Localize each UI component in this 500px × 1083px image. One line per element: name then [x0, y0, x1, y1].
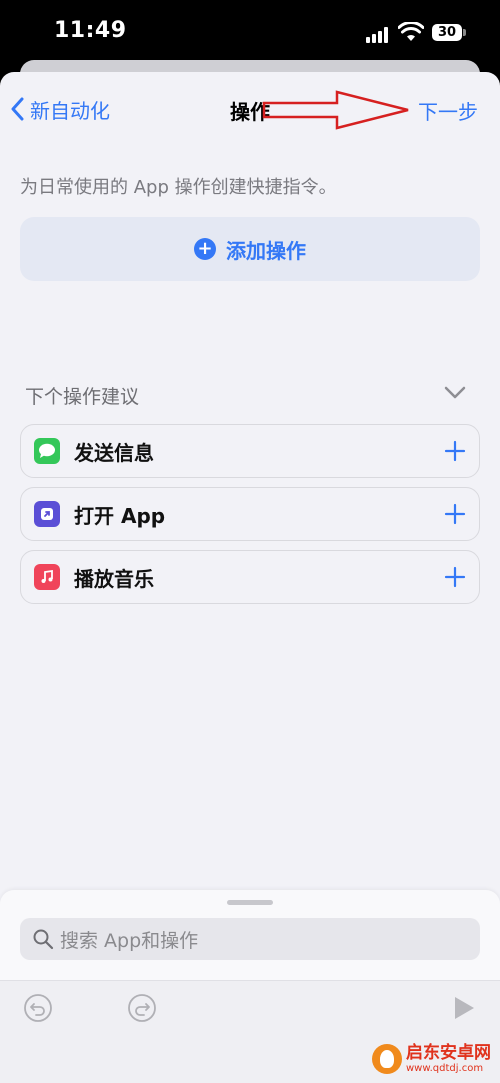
suggestion-open-app[interactable]: 打开 App [20, 487, 480, 541]
cellular-signal-icon [366, 27, 388, 43]
status-time: 11:49 [54, 18, 127, 43]
wifi-icon [398, 22, 424, 41]
suggestion-label: 播放音乐 [74, 566, 154, 591]
play-icon[interactable] [448, 993, 478, 1023]
next-button[interactable]: 下一步 [418, 96, 478, 125]
actions-sheet: 新自动化 操作 下一步 为日常使用的 App 操作创建快捷指令。 + 添加操作 … [0, 72, 500, 1083]
add-action-button[interactable]: + 添加操作 [20, 217, 480, 281]
plus-circle-icon: + [194, 238, 216, 260]
music-icon [34, 564, 60, 590]
description-text: 为日常使用的 App 操作创建快捷指令。 [20, 177, 337, 198]
battery-cap [463, 29, 466, 36]
undo-icon[interactable] [23, 993, 53, 1023]
watermark: 启东安卓网 www.qdtdj.com [372, 1035, 500, 1083]
navigation-bar: 新自动化 操作 下一步 [0, 72, 500, 144]
watermark-logo-icon [372, 1044, 402, 1074]
open-app-icon [34, 501, 60, 527]
status-bar: 11:49 30 [0, 0, 500, 66]
add-action-label: 添加操作 [226, 238, 306, 263]
suggestion-label: 打开 App [74, 503, 166, 528]
search-field[interactable]: 搜索 App和操作 [20, 918, 480, 960]
redo-icon[interactable] [127, 993, 157, 1023]
plus-icon[interactable] [444, 503, 466, 525]
watermark-title: 启东安卓网 [406, 1043, 491, 1064]
plus-icon[interactable] [444, 440, 466, 462]
messages-icon [34, 438, 60, 464]
annotation-arrow-icon [262, 90, 409, 130]
suggestion-send-message[interactable]: 发送信息 [20, 424, 480, 478]
sheet-grabber[interactable] [227, 900, 273, 905]
battery-icon: 30 [432, 24, 462, 41]
search-placeholder: 搜索 App和操作 [60, 929, 199, 952]
chevron-down-icon[interactable] [444, 386, 466, 400]
suggestion-label: 发送信息 [74, 440, 154, 465]
suggestions-header: 下个操作建议 [25, 386, 140, 408]
search-icon [33, 929, 54, 950]
plus-icon[interactable] [444, 566, 466, 588]
watermark-url: www.qdtdj.com [406, 1062, 484, 1074]
suggestion-play-music[interactable]: 播放音乐 [20, 550, 480, 604]
